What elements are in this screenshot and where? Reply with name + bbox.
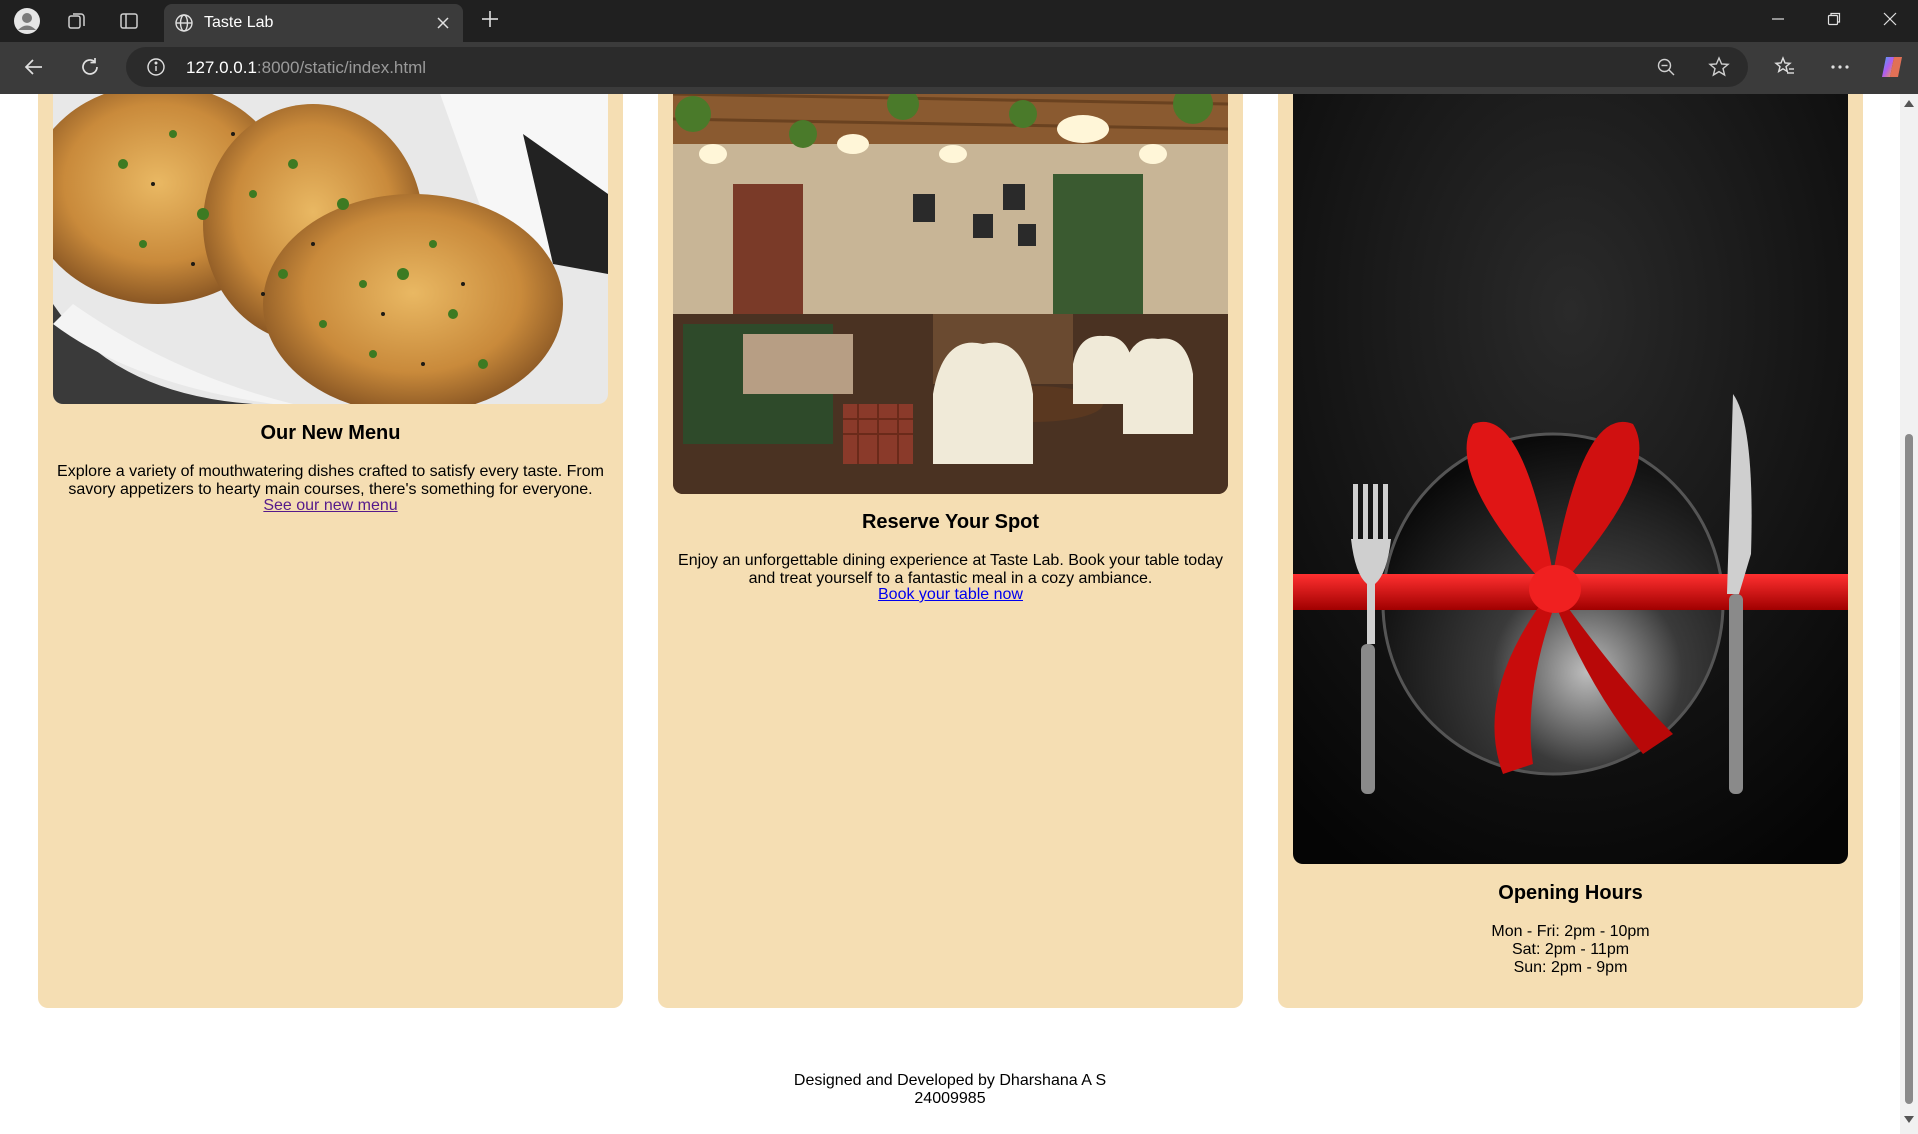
- close-window-button[interactable]: [1862, 0, 1918, 42]
- page-viewport: Our New Menu Explore a variety of mouthw…: [0, 94, 1918, 1134]
- browser-window: Taste Lab 127.0.0.1:8000/static/index.ht…: [0, 0, 1918, 1134]
- copilot-button[interactable]: [1876, 53, 1908, 85]
- favorites-icon: [1774, 55, 1796, 83]
- minimize-button[interactable]: [1750, 0, 1806, 42]
- star-icon[interactable]: [1708, 56, 1730, 83]
- restaurant-interior-photo: [673, 94, 1228, 494]
- restore-icon: [1827, 12, 1841, 31]
- scrollbar-thumb[interactable]: [1905, 434, 1913, 1104]
- url-host: 127.0.0.1: [186, 58, 257, 77]
- copilot-icon: [1879, 54, 1905, 85]
- more-icon: [1829, 56, 1851, 83]
- footer-id: 24009985: [914, 1090, 986, 1107]
- profile-icon[interactable]: [12, 6, 42, 36]
- tab-taste-lab[interactable]: Taste Lab: [164, 4, 463, 42]
- reload-button[interactable]: [74, 53, 106, 85]
- info-icon[interactable]: [146, 57, 166, 82]
- minimize-icon: [1771, 12, 1785, 31]
- close-icon: [1883, 12, 1897, 31]
- scroll-down-arrow-icon[interactable]: [1904, 1116, 1914, 1123]
- more-button[interactable]: [1824, 53, 1856, 85]
- back-arrow-icon: [23, 56, 45, 83]
- book-table-link[interactable]: Book your table now: [878, 586, 1023, 603]
- back-button[interactable]: [18, 53, 50, 85]
- close-icon[interactable]: [433, 13, 453, 33]
- card-reserve: Reserve Your Spot Enjoy an unforgettable…: [658, 94, 1243, 1008]
- card-opening-hours: Opening Hours Mon - Fri: 2pm - 10pm Sat:…: [1278, 94, 1863, 1008]
- card-description: Enjoy an unforgettable dining experience…: [678, 552, 1223, 587]
- opening-hours-list: Mon - Fri: 2pm - 10pm Sat: 2pm - 11pm Su…: [1278, 923, 1863, 977]
- card-title: Opening Hours: [1498, 882, 1643, 904]
- tab-strip: Taste Lab: [0, 0, 1918, 42]
- address-bar[interactable]: 127.0.0.1:8000/static/index.html: [126, 47, 1748, 87]
- tab-title: Taste Lab: [204, 14, 274, 31]
- workspaces-icon[interactable]: [62, 6, 92, 36]
- vertical-scrollbar[interactable]: [1900, 94, 1918, 1134]
- see-new-menu-link[interactable]: See our new menu: [263, 497, 397, 514]
- url-path: :8000/static/index.html: [256, 58, 427, 77]
- favorites-button[interactable]: [1769, 53, 1801, 85]
- card-title: Reserve Your Spot: [861, 511, 1040, 533]
- zoom-out-icon[interactable]: [1656, 57, 1676, 82]
- reload-icon: [79, 56, 101, 83]
- vertical-tabs-icon[interactable]: [114, 6, 144, 36]
- card-description: Explore a variety of mouthwatering dishe…: [57, 463, 604, 498]
- card-title: Our New Menu: [260, 422, 401, 444]
- footer-credit: Designed and Developed by Dharshana A S: [793, 1072, 1107, 1089]
- footer: Designed and Developed by Dharshana A S …: [0, 1072, 1900, 1108]
- hours-saturday: Sat: 2pm - 11pm: [1511, 941, 1630, 958]
- hours-weekday: Mon - Fri: 2pm - 10pm: [1491, 923, 1650, 940]
- url-text: 127.0.0.1:8000/static/index.html: [186, 58, 426, 78]
- garlic-naan-photo: [53, 94, 608, 404]
- toolbar: 127.0.0.1:8000/static/index.html: [0, 42, 1918, 94]
- globe-icon: [174, 13, 194, 33]
- hours-sunday: Sun: 2pm - 9pm: [1513, 959, 1628, 976]
- card-new-menu: Our New Menu Explore a variety of mouthw…: [38, 94, 623, 1008]
- plus-icon: [480, 9, 500, 34]
- gift-plate-photo: [1293, 94, 1848, 864]
- scroll-up-arrow-icon[interactable]: [1904, 100, 1914, 107]
- restore-button[interactable]: [1806, 0, 1862, 42]
- new-tab-button[interactable]: [475, 6, 505, 36]
